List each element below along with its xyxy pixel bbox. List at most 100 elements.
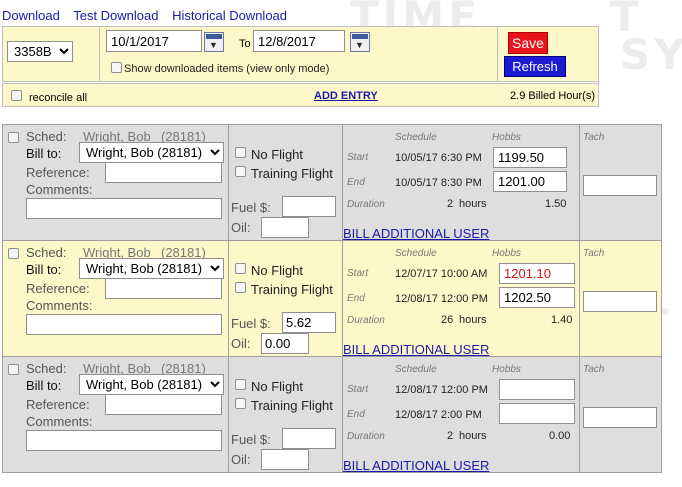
hobbs-start-input[interactable] xyxy=(499,379,575,400)
add-entry-link[interactable]: ADD ENTRY xyxy=(314,90,378,102)
training-flight-checkbox[interactable] xyxy=(235,282,246,293)
start-label: Start xyxy=(347,268,369,279)
calendar-icon[interactable] xyxy=(204,32,224,52)
show-downloaded-checkbox[interactable] xyxy=(111,62,122,73)
comments-label: Comments: xyxy=(26,414,93,429)
oil-input[interactable] xyxy=(261,333,309,354)
training-flight-label: Training Flight xyxy=(251,398,333,413)
training-flight-checkbox[interactable] xyxy=(235,166,246,177)
fuel-input[interactable] xyxy=(282,428,336,449)
start-label: Start xyxy=(347,384,369,395)
historical-download-link[interactable]: Historical Download xyxy=(172,8,287,23)
reference-input[interactable] xyxy=(105,394,222,415)
schedule-header: Schedule xyxy=(395,248,437,259)
billed-hours: 2.9 Billed Hour(s) xyxy=(510,90,595,102)
end-label: End xyxy=(347,177,365,188)
bill-additional-user-link[interactable]: BILL ADDITIONAL USER xyxy=(343,226,489,241)
fuel-label: Fuel $: xyxy=(231,200,271,215)
fuel-input[interactable] xyxy=(282,312,336,333)
reference-input[interactable] xyxy=(105,278,222,299)
comments-input[interactable] xyxy=(26,198,222,219)
hobbs-end-input[interactable] xyxy=(499,287,575,308)
sched-label: Sched: xyxy=(26,129,67,144)
tach-input[interactable] xyxy=(583,175,657,196)
hobbs-header: Hobbs xyxy=(492,132,521,143)
download-link[interactable]: Download xyxy=(2,8,60,23)
comments-input[interactable] xyxy=(26,314,222,335)
bill-additional-user-link[interactable]: BILL ADDITIONAL USER xyxy=(343,458,489,473)
entry-checkbox[interactable] xyxy=(8,132,19,143)
calendar-icon[interactable] xyxy=(350,32,370,52)
hobbs-duration: 1.40 xyxy=(551,314,573,326)
reconcile-all-label: reconcile all xyxy=(29,92,88,104)
hobbs-duration: 1.50 xyxy=(545,198,567,210)
reference-label: Reference: xyxy=(26,397,90,412)
training-flight-checkbox[interactable] xyxy=(235,398,246,409)
reconcile-all-checkbox[interactable] xyxy=(11,90,22,101)
filter-panel: 3358B To Show downloaded items (view onl… xyxy=(2,26,599,82)
flight-entry: Sched: Wright, Bob (28181) Bill to: Wrig… xyxy=(2,124,662,241)
tach-header: Tach xyxy=(583,364,605,375)
watermark-graphic: T xyxy=(610,0,643,41)
training-flight-label: Training Flight xyxy=(251,166,333,181)
bill-to-label: Bill to: xyxy=(26,262,62,277)
end-time: 12/08/17 2:00 PM xyxy=(395,409,482,421)
flight-entry: Sched: Wright, Bob (28181) Bill to: Wrig… xyxy=(2,240,662,357)
aircraft-select[interactable]: 3358B xyxy=(7,41,73,62)
start-time: 10/05/17 6:30 PM xyxy=(395,152,482,164)
hobbs-start-input[interactable] xyxy=(499,263,575,284)
bill-to-select[interactable]: Wright, Bob (28181) xyxy=(79,374,224,395)
oil-input[interactable] xyxy=(261,217,309,238)
hobbs-end-input[interactable] xyxy=(493,171,567,192)
from-date-input[interactable] xyxy=(106,30,202,52)
comments-label: Comments: xyxy=(26,298,93,313)
bill-additional-user-link[interactable]: BILL ADDITIONAL USER xyxy=(343,342,489,357)
oil-input[interactable] xyxy=(261,449,309,470)
bill-to-select[interactable]: Wright, Bob (28181) xyxy=(79,258,224,279)
schedule-header: Schedule xyxy=(395,364,437,375)
test-download-link[interactable]: Test Download xyxy=(73,8,158,23)
to-date-input[interactable] xyxy=(253,30,345,52)
reference-label: Reference: xyxy=(26,281,90,296)
tach-input[interactable] xyxy=(583,291,657,312)
tach-header: Tach xyxy=(583,132,605,143)
no-flight-label: No Flight xyxy=(251,147,304,162)
duration-unit: hours xyxy=(459,314,487,326)
bill-to-select[interactable]: Wright, Bob (28181) xyxy=(79,142,224,163)
hobbs-header: Hobbs xyxy=(492,364,521,375)
reference-input[interactable] xyxy=(105,162,222,183)
duration-unit: hours xyxy=(459,198,487,210)
schedule-header: Schedule xyxy=(395,132,437,143)
show-downloaded-label: Show downloaded items (view only mode) xyxy=(124,63,330,75)
fuel-input[interactable] xyxy=(282,196,336,217)
save-button[interactable]: Save xyxy=(508,32,548,54)
watermark-graphic: SY xyxy=(620,30,682,79)
comments-label: Comments: xyxy=(26,182,93,197)
hobbs-header: Hobbs xyxy=(492,248,521,259)
hobbs-start-input[interactable] xyxy=(493,147,567,168)
comments-input[interactable] xyxy=(26,430,222,451)
duration-value: 2 xyxy=(447,430,454,442)
no-flight-checkbox[interactable] xyxy=(235,263,246,274)
oil-label: Oil: xyxy=(231,336,251,351)
hobbs-duration: 0.00 xyxy=(549,430,571,442)
hobbs-end-input[interactable] xyxy=(499,403,575,424)
tach-input[interactable] xyxy=(583,407,657,428)
reference-label: Reference: xyxy=(26,165,90,180)
duration-unit: hours xyxy=(459,430,487,442)
aircraft-cell: 3358B xyxy=(3,27,100,81)
date-range-cell: To Show downloaded items (view only mode… xyxy=(100,27,498,81)
entry-checkbox[interactable] xyxy=(8,364,19,375)
refresh-button[interactable]: Refresh xyxy=(504,56,566,77)
no-flight-checkbox[interactable] xyxy=(235,147,246,158)
bill-to-label: Bill to: xyxy=(26,146,62,161)
no-flight-checkbox[interactable] xyxy=(235,379,246,390)
flight-entries: Sched: Wright, Bob (28181) Bill to: Wrig… xyxy=(2,124,662,473)
to-label: To xyxy=(239,38,251,50)
flight-entry: Sched: Wright, Bob (28181) Bill to: Wrig… xyxy=(2,356,662,473)
entry-checkbox[interactable] xyxy=(8,248,19,259)
sched-label: Sched: xyxy=(26,361,67,376)
end-label: End xyxy=(347,293,365,304)
start-time: 12/07/17 10:00 AM xyxy=(395,268,488,280)
end-label: End xyxy=(347,409,365,420)
